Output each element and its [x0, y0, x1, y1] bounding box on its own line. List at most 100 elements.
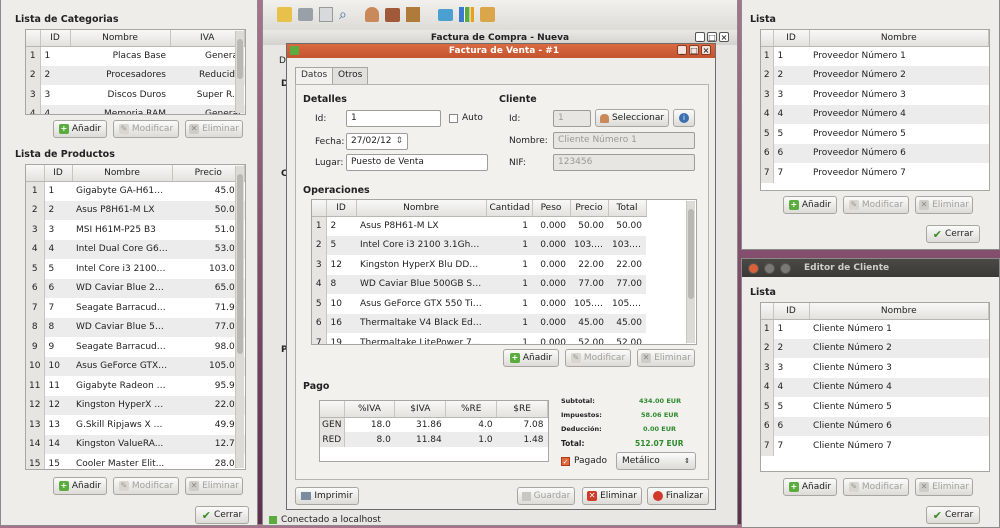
table-row[interactable]: 6 6 WD Caviar Blue 250... 65.00	[26, 278, 245, 298]
table-row[interactable]: 4 8 WD Caviar Blue 500GB SATA3 1 0.000 77.00 7…	[312, 274, 696, 294]
print-icon[interactable]	[298, 8, 313, 21]
table-row[interactable]: GEN 18.0 31.86 4.0 7.08	[320, 417, 548, 432]
column-header[interactable]: Nombre	[72, 165, 173, 182]
search-icon[interactable]: ⌕	[339, 7, 347, 23]
table-row[interactable]: 15 15 Cooler Master Elit... 28.00	[26, 454, 245, 469]
delete-proveedor-button[interactable]: ✕ Eliminar	[915, 196, 973, 214]
column-header[interactable]: $RE	[496, 401, 548, 418]
table-row[interactable]: 13 13 G.Skill Ripjaws X D... 49.95	[26, 415, 245, 435]
table-row[interactable]: 1 1 Gigabyte GA-H61M... 45.00	[26, 181, 245, 201]
money-icon[interactable]	[437, 8, 453, 21]
operaciones-scrollbar[interactable]	[686, 201, 695, 343]
table-row[interactable]: 2 2 Proveedor Número 2	[761, 65, 989, 85]
eliminar-button[interactable]: ✕ Eliminar	[582, 487, 642, 505]
categorias-table[interactable]: ID Nombre IVA 1 1 Placas Base General 2 2 Proces…	[25, 29, 246, 115]
table-row[interactable]: 8 8 WD Caviar Blue 500... 77.00	[26, 317, 245, 337]
add-producto-button[interactable]: + Añadir	[53, 477, 107, 495]
close-cliente-button[interactable]: ✔ Cerrar	[926, 506, 980, 524]
table-row[interactable]: 2 2 Cliente Número 2	[761, 338, 989, 358]
table-row[interactable]: 5 5 Proveedor Número 5	[761, 124, 989, 144]
column-header[interactable]: ID	[40, 30, 71, 47]
new-icon[interactable]	[277, 7, 292, 22]
pagado-checkbox[interactable]: ✓ Pagado	[561, 456, 607, 466]
column-header[interactable]	[761, 30, 774, 47]
table-row[interactable]: 9 9 Seagate Barracuda... 98.00	[26, 337, 245, 357]
minimize-icon[interactable]: _	[695, 32, 705, 42]
maximize-icon[interactable]: □	[689, 45, 699, 55]
table-row[interactable]: 12 12 Kingston HyperX Bl... 22.00	[26, 395, 245, 415]
column-header[interactable]: IVA	[170, 30, 245, 47]
table-row[interactable]: 7 7 Seagate Barracuda... 71.95	[26, 298, 245, 318]
table-row[interactable]: 7 19 Thermaltake LitePower 70... 1 0.000 52.0…	[312, 333, 696, 344]
table-row[interactable]: 6 16 Thermaltake V4 Black Edit... 1 0.000 45.…	[312, 313, 696, 333]
table-row[interactable]: 1 1 Proveedor Número 1	[761, 46, 989, 66]
column-header[interactable]	[26, 30, 41, 47]
column-header[interactable]: Precio	[172, 165, 245, 182]
column-header[interactable]: Total	[608, 200, 647, 217]
table-row[interactable]: 10 10 Asus GeForce GTX ... 105.00	[26, 356, 245, 376]
column-header[interactable]	[320, 401, 345, 418]
table-row[interactable]: 7 7 Cliente Número 7	[761, 436, 989, 456]
close-icon[interactable]: ×	[701, 45, 711, 55]
edit-categoria-button[interactable]: ✎ Modificar	[113, 120, 179, 138]
pago-table[interactable]: %IVA $IVA %RE $RE GEN 18.0 31.86 4.0 7.08 RED 8.0…	[319, 400, 549, 462]
column-header[interactable]	[26, 165, 45, 182]
minimize-icon[interactable]	[764, 262, 775, 274]
categorias-scrollbar[interactable]	[235, 31, 244, 113]
table-row[interactable]: 4 4 Cliente Número 4	[761, 377, 989, 397]
tab-datos[interactable]: Datos	[295, 67, 334, 84]
tab-otros[interactable]: Otros	[332, 67, 369, 84]
info-button[interactable]: i	[673, 109, 695, 127]
column-header[interactable]: Nombre	[356, 200, 487, 217]
fecha-field[interactable]: 27/02/12 ⇕	[346, 133, 408, 150]
operaciones-table[interactable]: ID Nombre Cantidad Peso Precio Total 1 2 Asus P…	[311, 199, 697, 345]
package-icon[interactable]	[479, 7, 495, 22]
table-row[interactable]: 11 11 Gigabyte Radeon H... 95.95	[26, 376, 245, 396]
column-header[interactable]: ID	[44, 165, 73, 182]
column-header[interactable]: %IVA	[344, 401, 396, 418]
delete-cliente-button[interactable]: ✕ Eliminar	[915, 478, 973, 496]
column-header[interactable]: Precio	[570, 200, 609, 217]
table-row[interactable]: 3 3 Discos Duros Super R...	[26, 85, 245, 105]
add-proveedor-button[interactable]: + Añadir	[783, 196, 837, 214]
minimize-icon[interactable]: _	[677, 45, 687, 55]
table-row[interactable]: 5 5 Cliente Número 5	[761, 397, 989, 417]
edit-cliente-button[interactable]: ✎ Modificar	[843, 478, 909, 496]
auto-checkbox[interactable]: Auto	[449, 113, 483, 123]
column-header[interactable]: Nombre	[809, 303, 989, 320]
edit-producto-button[interactable]: ✎ Modificar	[113, 477, 179, 495]
chart-icon[interactable]	[458, 7, 474, 22]
delete-categoria-button[interactable]: ✕ Eliminar	[185, 120, 243, 138]
productos-table[interactable]: ID Nombre Precio 1 1 Gigabyte GA-H61M... 45.0…	[25, 164, 246, 470]
id-field[interactable]: 1	[346, 110, 441, 127]
finalizar-button[interactable]: Finalizar	[647, 487, 709, 505]
table-row[interactable]: 3 3 MSI H61M-P25 B3 51.00	[26, 220, 245, 240]
column-header[interactable]: $IVA	[394, 401, 447, 418]
table-row[interactable]: 6 6 Cliente Número 6	[761, 416, 989, 436]
close-proveedor-button[interactable]: ✔ Cerrar	[926, 225, 980, 243]
table-row[interactable]: 5 10 Asus GeForce GTX 550 Ti 1... 1 0.000 105…	[312, 294, 696, 314]
edit-operacion-button[interactable]: ✎ Modificar	[565, 349, 631, 367]
productos-scrollbar[interactable]	[235, 166, 244, 468]
table-row[interactable]: 3 3 Cliente Número 3	[761, 358, 989, 378]
column-header[interactable]: Nombre	[809, 30, 989, 47]
maximize-icon[interactable]	[780, 262, 791, 274]
maximize-icon[interactable]: □	[707, 32, 717, 42]
delete-operacion-button[interactable]: ✕ Eliminar	[637, 349, 695, 367]
table-row[interactable]: 1 2 Asus P8H61-M LX 1 0.000 50.00 50.00	[312, 216, 696, 236]
add-cliente-button[interactable]: + Añadir	[783, 478, 837, 496]
imprimir-button[interactable]: Imprimir	[295, 487, 359, 505]
table-row[interactable]: 2 2 Procesadores Reducido	[26, 65, 245, 85]
column-header[interactable]: ID	[773, 30, 810, 47]
table-row[interactable]: 4 4 Proveedor Número 4	[761, 104, 989, 124]
table-row[interactable]: 14 14 Kingston ValueRA... 12.75	[26, 434, 245, 454]
table-row[interactable]: RED 8.0 11.84 1.0 1.48	[320, 432, 548, 447]
box-icon[interactable]	[405, 7, 420, 22]
table-row[interactable]: 4 4 Memoria RAM General	[26, 104, 245, 114]
edit-proveedor-button[interactable]: ✎ Modificar	[843, 196, 909, 214]
column-header[interactable]	[312, 200, 327, 217]
column-header[interactable]: Peso	[532, 200, 571, 217]
table-row[interactable]: 2 2 Asus P8H61-M LX 50.00	[26, 200, 245, 220]
column-header[interactable]	[761, 303, 774, 320]
table-row[interactable]: 7 7 Proveedor Número 7	[761, 163, 989, 183]
